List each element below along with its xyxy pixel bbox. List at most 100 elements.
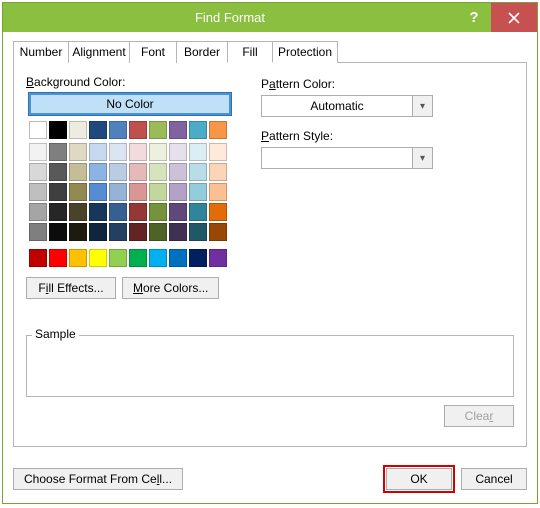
color-swatch[interactable] [189,121,207,139]
color-swatch[interactable] [149,163,167,181]
color-swatch[interactable] [109,183,127,201]
color-swatch[interactable] [169,249,187,267]
color-swatch[interactable] [109,223,127,241]
cancel-button[interactable]: Cancel [461,468,527,490]
color-swatch[interactable] [129,223,147,241]
fill-effects-button[interactable]: Fill Effects... [26,277,116,299]
color-swatch[interactable] [209,121,227,139]
color-swatch[interactable] [129,249,147,267]
help-button[interactable]: ? [457,3,491,32]
sample-group: Sample [26,335,514,397]
close-button[interactable] [491,3,537,32]
color-swatch[interactable] [129,121,147,139]
color-swatch[interactable] [49,163,67,181]
chevron-down-icon: ▾ [412,148,432,168]
titlebar: Find Format ? [3,3,537,32]
color-swatch[interactable] [89,249,107,267]
tab-number[interactable]: Number [13,41,69,63]
color-swatch[interactable] [89,121,107,139]
color-swatch[interactable] [169,143,187,161]
clear-button[interactable]: Clear [444,405,514,427]
color-swatch[interactable] [69,249,87,267]
color-swatch[interactable] [149,249,167,267]
find-format-dialog: Find Format ? Number Alignment Font Bord… [2,2,538,504]
color-swatch[interactable] [189,223,207,241]
theme-colors-top [29,121,231,139]
clear-row: Clear [26,405,514,427]
color-swatch[interactable] [209,203,227,221]
color-swatch[interactable] [209,163,227,181]
color-swatch[interactable] [29,143,47,161]
color-swatch[interactable] [109,203,127,221]
color-swatch[interactable] [69,143,87,161]
color-swatch[interactable] [149,121,167,139]
color-swatch[interactable] [49,249,67,267]
color-swatch[interactable] [89,163,107,181]
color-swatch[interactable] [109,163,127,181]
sample-preview [26,335,514,397]
color-swatch[interactable] [69,121,87,139]
color-swatch[interactable] [149,223,167,241]
color-swatch[interactable] [129,163,147,181]
color-swatch[interactable] [189,203,207,221]
color-swatch[interactable] [29,249,47,267]
color-swatch[interactable] [49,121,67,139]
color-swatch[interactable] [69,183,87,201]
color-swatch[interactable] [29,121,47,139]
color-swatch[interactable] [169,203,187,221]
color-swatch[interactable] [89,143,107,161]
color-swatch[interactable] [89,203,107,221]
color-swatch[interactable] [189,183,207,201]
color-swatch[interactable] [189,249,207,267]
background-color-label: Background Color: [26,75,231,89]
color-swatch[interactable] [189,143,207,161]
color-swatch[interactable] [149,183,167,201]
color-swatch[interactable] [129,183,147,201]
no-color-button[interactable]: No Color [29,93,231,115]
window-controls: ? [457,3,537,32]
color-swatch[interactable] [69,203,87,221]
color-swatch[interactable] [49,223,67,241]
color-swatch[interactable] [29,223,47,241]
color-swatch[interactable] [89,223,107,241]
more-colors-button[interactable]: More Colors... [122,277,219,299]
color-swatch[interactable] [169,163,187,181]
color-swatch[interactable] [209,183,227,201]
color-swatch[interactable] [29,183,47,201]
sample-label: Sample [32,327,79,341]
choose-format-from-cell-button[interactable]: Choose Format From Cell... [13,468,183,490]
standard-colors-row [29,249,231,267]
color-swatch[interactable] [209,143,227,161]
color-swatch[interactable] [29,203,47,221]
tab-protection[interactable]: Protection [272,41,338,63]
color-swatch[interactable] [149,203,167,221]
color-swatch[interactable] [189,163,207,181]
color-swatch[interactable] [109,143,127,161]
color-swatch[interactable] [129,143,147,161]
color-swatch[interactable] [209,249,227,267]
color-swatch[interactable] [49,183,67,201]
background-color-section: Background Color: No Color Fill Effects.… [26,75,231,299]
color-swatch[interactable] [169,183,187,201]
color-swatch[interactable] [109,249,127,267]
tab-alignment[interactable]: Alignment [68,41,130,63]
color-swatch[interactable] [149,143,167,161]
tab-fill[interactable]: Fill [227,41,273,63]
color-swatch[interactable] [169,223,187,241]
ok-button[interactable]: OK [386,468,452,490]
color-swatch[interactable] [69,163,87,181]
color-swatch[interactable] [69,223,87,241]
pattern-color-label: Pattern Color: [261,77,433,91]
tab-font[interactable]: Font [129,41,177,63]
color-swatch[interactable] [109,121,127,139]
color-swatch[interactable] [129,203,147,221]
color-swatch[interactable] [169,121,187,139]
pattern-style-dropdown[interactable]: ▾ [261,147,433,169]
color-swatch[interactable] [49,143,67,161]
color-swatch[interactable] [209,223,227,241]
tab-border[interactable]: Border [176,41,228,63]
color-swatch[interactable] [29,163,47,181]
color-swatch[interactable] [49,203,67,221]
pattern-color-dropdown[interactable]: Automatic ▾ [261,95,433,117]
color-swatch[interactable] [89,183,107,201]
